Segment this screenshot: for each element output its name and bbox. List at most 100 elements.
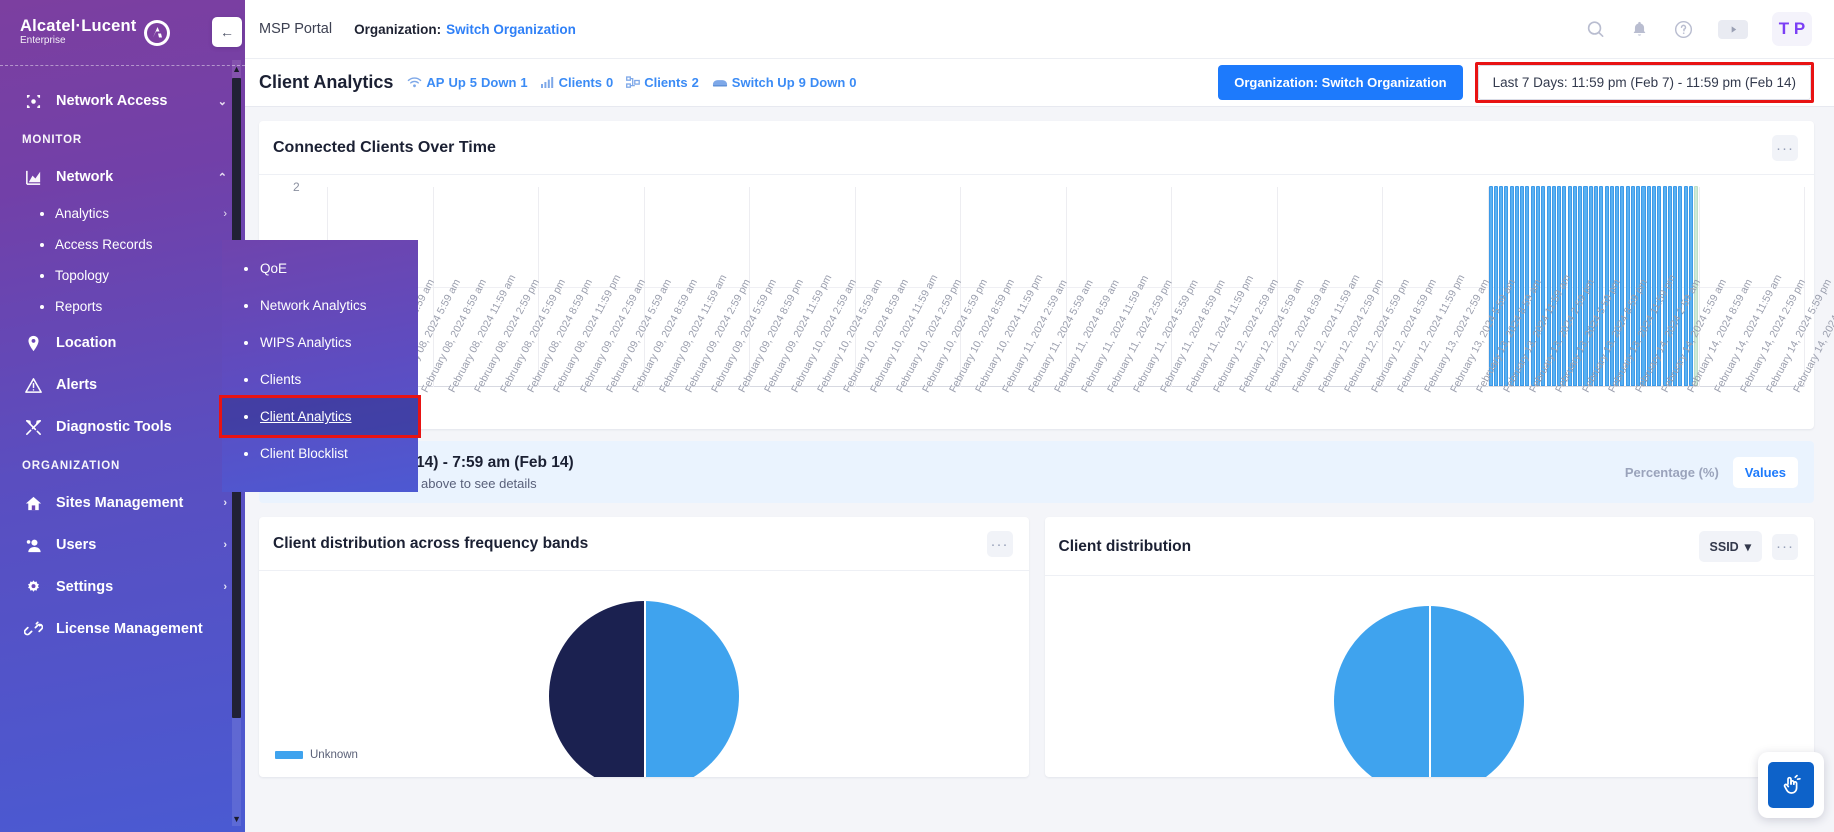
sidebar-item-license-management[interactable]: License Management: [0, 608, 245, 650]
pie-shape[interactable]: [1334, 606, 1524, 777]
top-navigation-bar: MSP Portal Organization: Switch Organiza…: [245, 0, 1834, 59]
bullet-icon: [244, 415, 248, 419]
kebab-menu-icon[interactable]: ···: [1772, 135, 1798, 161]
chip-up-label: Up: [448, 75, 465, 90]
sidebar: Alcatel·Lucent Enterprise Network Access…: [0, 0, 245, 832]
chip-up-value: 9: [799, 75, 806, 90]
card-header: Connected Clients Over Time ···: [259, 121, 1814, 175]
bullet-icon: [244, 341, 248, 345]
sidebar-group-monitor: MONITOR: [0, 122, 245, 156]
card-title: Connected Clients Over Time: [273, 139, 496, 157]
sidebar-item-label: Network Access: [56, 93, 168, 109]
switch-organization-link[interactable]: Switch Organization: [446, 22, 576, 37]
card-title: Client distribution across frequency ban…: [273, 535, 588, 553]
chevron-right-icon: ›: [223, 539, 227, 551]
flyout-item-wips-analytics[interactable]: WIPS Analytics: [222, 324, 418, 361]
sidebar-item-label: Diagnostic Tools: [56, 419, 172, 435]
title-bar-actions: Organization: Switch Organization Last 7…: [1218, 62, 1814, 103]
bullet-icon: [40, 212, 44, 216]
card-title: Client distribution: [1059, 538, 1192, 556]
bullet-icon: [244, 267, 248, 271]
flyout-item-clients[interactable]: Clients: [222, 361, 418, 398]
chevron-right-icon: ›: [223, 208, 227, 220]
search-icon[interactable]: [1585, 19, 1606, 40]
sidebar-item-users[interactable]: Users ›: [0, 524, 245, 566]
chart-legend: Unknown: [275, 749, 358, 761]
sidebar-item-label: Network: [56, 169, 113, 185]
chevron-down-icon: ▾: [1745, 539, 1751, 554]
alcatel-logo-icon: [144, 20, 170, 46]
chip-name: Switch Up: [732, 75, 795, 90]
collapse-sidebar-icon[interactable]: ←: [212, 17, 242, 47]
status-badge-ap[interactable]: AP Up 5 Down 1: [407, 75, 527, 90]
frequency-bands-pie-chart[interactable]: Unknown: [259, 571, 1029, 771]
kebab-menu-icon[interactable]: ···: [1772, 534, 1798, 560]
sidebar-item-topology[interactable]: Topology: [0, 260, 245, 291]
gear-icon: [22, 576, 44, 598]
avatar[interactable]: T P: [1772, 12, 1812, 46]
bullet-icon: [40, 243, 44, 247]
play-icon[interactable]: [1718, 20, 1748, 39]
pie-divider: [644, 601, 646, 777]
brand: Alcatel·Lucent Enterprise: [0, 0, 245, 65]
scroll-up-arrow-icon[interactable]: ▲: [232, 64, 241, 74]
flyout-item-client-blocklist[interactable]: Client Blocklist: [222, 435, 418, 472]
kebab-menu-icon[interactable]: ···: [987, 531, 1013, 557]
sidebar-item-label: Users: [56, 537, 96, 553]
chevron-up-icon: ⌃: [218, 171, 227, 184]
sidebar-item-sites-management[interactable]: Sites Management ›: [0, 482, 245, 524]
ssid-selector[interactable]: SSID ▾: [1699, 531, 1762, 562]
sidebar-item-network[interactable]: Network ⌃: [0, 156, 245, 198]
x-axis-labels: February 07, 2024 11:59 pmFebruary 08, 2…: [327, 389, 1804, 509]
sidebar-item-label: Alerts: [56, 377, 97, 393]
top-icon-group: T P: [1585, 12, 1812, 46]
help-circle-icon[interactable]: [1673, 19, 1694, 40]
feedback-fab[interactable]: [1758, 752, 1824, 818]
chevron-down-icon: ⌄: [218, 95, 227, 108]
date-range-picker[interactable]: Last 7 Days: 11:59 pm (Feb 7) - 11:59 pm…: [1478, 65, 1811, 100]
diagnostic-tools-icon: [22, 416, 44, 438]
flyout-item-label: Network Analytics: [260, 298, 367, 313]
sidebar-item-diagnostic-tools[interactable]: Diagnostic Tools ⌄: [0, 406, 245, 448]
analytics-flyout-menu: QoE Network Analytics WIPS Analytics Cli…: [222, 240, 418, 492]
legend-label: Unknown: [310, 749, 358, 761]
sidebar-item-alerts[interactable]: Alerts: [0, 364, 245, 406]
chip-down-value: 0: [849, 75, 856, 90]
status-badge-switch[interactable]: Switch Up 9 Down 0: [712, 75, 857, 90]
signal-bars-icon: [541, 76, 555, 89]
switch-icon: [712, 77, 728, 89]
bullet-icon: [40, 274, 44, 278]
sidebar-group-organization: ORGANIZATION: [0, 448, 245, 482]
flyout-item-qoe[interactable]: QoE: [222, 250, 418, 287]
frequency-bands-card: Client distribution across frequency ban…: [259, 517, 1029, 777]
sidebar-item-access-records[interactable]: Access Records ›: [0, 229, 245, 260]
connected-clients-chart[interactable]: 2 February 07, 2024 11:59 pmFebruary 08,…: [259, 175, 1814, 429]
sidebar-item-network-access[interactable]: Network Access ⌄: [0, 80, 245, 122]
legend-swatch: [275, 751, 303, 759]
chevron-right-icon: ›: [223, 497, 227, 509]
client-distribution-pie-chart[interactable]: [1045, 576, 1815, 776]
sidebar-item-settings[interactable]: Settings ›: [0, 566, 245, 608]
status-badge-wireless-clients[interactable]: Clients 0: [541, 75, 614, 90]
connected-clients-card: Connected Clients Over Time ··· 2 Februa…: [259, 121, 1814, 429]
app-root: Alcatel·Lucent Enterprise Network Access…: [0, 0, 1834, 832]
sidebar-item-location[interactable]: Location ›: [0, 322, 245, 364]
wired-clients-icon: [626, 76, 640, 89]
bell-icon[interactable]: [1630, 20, 1649, 39]
switch-organization-button[interactable]: Organization: Switch Organization: [1218, 65, 1462, 100]
msp-portal-link[interactable]: MSP Portal: [259, 21, 332, 37]
sidebar-item-analytics[interactable]: Analytics ›: [0, 198, 245, 229]
flyout-item-client-analytics[interactable]: Client Analytics: [222, 398, 418, 435]
pie-shape[interactable]: [549, 601, 739, 777]
flyout-item-network-analytics[interactable]: Network Analytics: [222, 287, 418, 324]
chip-count: 2: [692, 75, 699, 90]
sidebar-subitem-label: Topology: [55, 268, 109, 283]
sidebar-item-label: Location: [56, 335, 116, 351]
page-content: Connected Clients Over Time ··· 2 Februa…: [245, 107, 1834, 832]
sidebar-subitem-label: Reports: [55, 299, 102, 314]
status-badge-wired-clients[interactable]: Clients 2: [626, 75, 699, 90]
chip-name: AP: [426, 75, 444, 90]
status-chip-group: AP Up 5 Down 1 Clients 0: [407, 75, 856, 90]
scroll-down-arrow-icon[interactable]: ▼: [232, 814, 241, 824]
sidebar-item-reports[interactable]: Reports: [0, 291, 245, 322]
